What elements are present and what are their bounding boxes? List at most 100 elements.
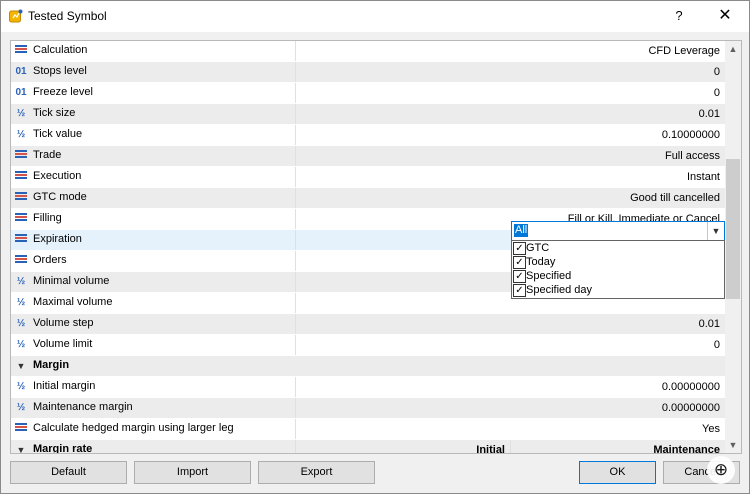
property-name-cell: Execution (11, 167, 296, 187)
property-label: Maximal volume (33, 296, 113, 308)
half-icon: ½ (16, 276, 26, 287)
property-name-cell: ½ Volume step (11, 314, 296, 334)
property-row[interactable]: ½ Maintenance margin 0.00000000 (11, 398, 725, 419)
property-row[interactable]: Trade Full access (11, 146, 725, 167)
expiration-option[interactable]: ✓ Specified (512, 269, 724, 283)
property-name-cell: ½ Minimal volume (11, 272, 296, 292)
ok-button[interactable]: OK (579, 461, 656, 484)
property-row[interactable]: Calculation CFD Leverage (11, 41, 725, 62)
property-row[interactable]: ½ Volume limit 0 (11, 335, 725, 356)
property-name-cell: ½ Initial margin (11, 377, 296, 397)
property-label: Maintenance margin (33, 401, 133, 413)
section-header-row[interactable]: ▼ Margin rate Initial Maintenance (11, 440, 725, 453)
property-value[interactable]: 0.00000000 (296, 398, 725, 418)
help-button[interactable]: ? (667, 6, 691, 26)
expiration-combobox[interactable]: All ▼ (511, 221, 725, 241)
property-label: Freeze level (33, 86, 93, 98)
property-value[interactable]: 0.10000000 (296, 125, 725, 145)
half-icon: ½ (16, 339, 26, 350)
stack-icon (14, 149, 28, 163)
property-row[interactable]: ½ Tick size 0.01 (11, 104, 725, 125)
scroll-down-icon[interactable]: ▼ (725, 437, 741, 453)
property-name-cell: Calculate hedged margin using larger leg (11, 419, 296, 439)
property-value[interactable]: Instant (296, 167, 725, 187)
property-name-cell: ½ Maximal volume (11, 293, 296, 313)
property-value[interactable]: 0.01 (296, 104, 725, 124)
property-label: Calculate hedged margin using larger leg (33, 422, 234, 434)
stack-icon (14, 422, 28, 436)
property-row[interactable]: GTC mode Good till cancelled (11, 188, 725, 209)
property-value[interactable]: 0.01 (296, 314, 725, 334)
app-icon (9, 9, 23, 23)
property-value[interactable]: 0.00000000 (296, 377, 725, 397)
scroll-up-icon[interactable]: ▲ (725, 41, 741, 57)
property-name-cell: Orders (11, 251, 296, 271)
section-header[interactable]: ▼ Margin (11, 356, 295, 376)
zoom-icon[interactable]: ⊕ (707, 456, 735, 484)
half-icon: ½ (16, 297, 26, 308)
checkbox-checked-icon[interactable]: ✓ (513, 242, 526, 255)
column-header-initial: Initial (295, 440, 510, 453)
section-header[interactable]: ▼ Margin rate (11, 440, 295, 453)
property-name-cell: 01 Stops level (11, 62, 296, 82)
property-label: Initial margin (33, 380, 96, 392)
title-bar: Tested Symbol ? ✕ (1, 1, 749, 32)
expiration-option[interactable]: ✓ Today (512, 255, 724, 269)
chevron-down-icon[interactable]: ▼ (707, 222, 724, 240)
close-button[interactable]: ✕ (713, 6, 737, 26)
vertical-scrollbar[interactable]: ▲ ▼ (725, 41, 741, 453)
expiration-selected-value[interactable]: All (514, 224, 529, 237)
integer-icon: 01 (15, 87, 27, 98)
property-label: Tick value (33, 128, 83, 140)
property-label: Volume limit (33, 338, 93, 350)
property-name-cell: Expiration (11, 230, 296, 250)
option-label: Today (526, 256, 556, 268)
property-name-cell: Calculation (11, 41, 296, 61)
stack-icon (14, 191, 28, 205)
default-button[interactable]: Default (10, 461, 127, 484)
property-label: Volume step (33, 317, 94, 329)
expiration-dropdown-list: ✓ GTC ✓ Today ✓ Specified ✓ Specified day (511, 240, 725, 299)
property-value[interactable]: 0 (296, 83, 725, 103)
import-button[interactable]: Import (134, 461, 251, 484)
checkbox-checked-icon[interactable]: ✓ (513, 270, 526, 283)
property-row[interactable]: ½ Tick value 0.10000000 (11, 125, 725, 146)
scrollbar-thumb[interactable] (726, 159, 740, 299)
section-header-row[interactable]: ▼ Margin (11, 356, 725, 377)
property-row[interactable]: ½ Initial margin 0.00000000 (11, 377, 725, 398)
property-name-cell: ½ Volume limit (11, 335, 296, 355)
property-label: Trade (33, 149, 62, 161)
collapse-chevron-icon[interactable]: ▼ (14, 443, 28, 453)
property-name-cell: ½ Tick value (11, 125, 296, 145)
stack-icon (14, 212, 28, 226)
integer-icon: 01 (15, 66, 27, 77)
property-row[interactable]: ½ Volume step 0.01 (11, 314, 725, 335)
property-row[interactable]: 01 Stops level 0 (11, 62, 725, 83)
property-row[interactable]: Execution Instant (11, 167, 725, 188)
property-value[interactable]: Yes (296, 419, 725, 439)
property-label: Expiration (33, 233, 82, 245)
section-label: Margin (33, 359, 70, 371)
property-label: Execution (33, 170, 82, 182)
property-row[interactable]: Calculate hedged margin using larger leg… (11, 419, 725, 440)
property-value[interactable]: 0 (296, 62, 725, 82)
property-value[interactable]: Good till cancelled (296, 188, 725, 208)
column-header-maintenance: Maintenance (510, 440, 725, 453)
property-label: Tick size (33, 107, 76, 119)
expiration-option[interactable]: ✓ Specified day (512, 283, 724, 297)
half-icon: ½ (16, 402, 26, 413)
property-row[interactable]: 01 Freeze level 0 (11, 83, 725, 104)
property-name-cell: Filling (11, 209, 296, 229)
property-label: Stops level (33, 65, 87, 77)
dialog-window: Tested Symbol ? ✕ Calculation CFD Leverag… (0, 0, 750, 494)
checkbox-checked-icon[interactable]: ✓ (513, 256, 526, 269)
collapse-chevron-icon[interactable]: ▼ (14, 359, 28, 373)
property-value[interactable]: CFD Leverage (296, 41, 725, 61)
export-button[interactable]: Export (258, 461, 375, 484)
property-name-cell: GTC mode (11, 188, 296, 208)
stack-icon (14, 44, 28, 58)
property-value[interactable]: 0 (296, 335, 725, 355)
property-value[interactable]: Full access (296, 146, 725, 166)
checkbox-checked-icon[interactable]: ✓ (513, 284, 526, 297)
expiration-option[interactable]: ✓ GTC (512, 241, 724, 255)
